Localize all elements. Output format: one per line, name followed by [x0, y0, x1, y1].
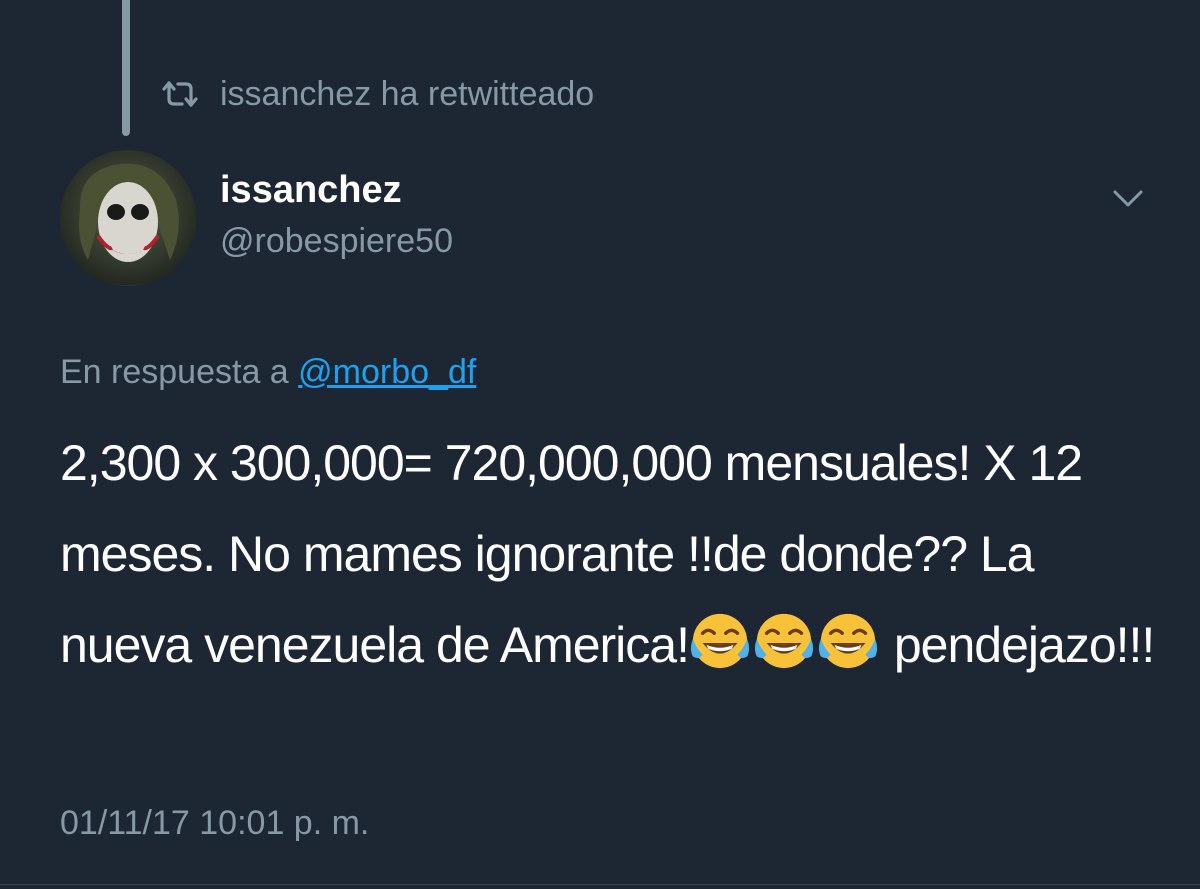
tweet-timestamp[interactable]: 01/11/17 10:01 p. m. — [60, 800, 369, 846]
tweet-text: 2,300 x 300,000= 720,000,000 mensuales! … — [60, 418, 1160, 691]
thread-connector-line — [122, 0, 130, 136]
bottom-divider — [0, 884, 1200, 885]
retweet-icon — [162, 81, 198, 107]
display-name[interactable]: issanchez — [220, 166, 453, 214]
avatar[interactable] — [60, 150, 196, 286]
face-with-tears-of-joy-icon — [690, 613, 750, 669]
face-with-tears-of-joy-icon — [818, 613, 878, 669]
tweet-text-tail: pendejazo!!! — [880, 617, 1155, 673]
avatar-joker-image — [60, 150, 196, 286]
chevron-down-icon[interactable] — [1110, 180, 1146, 216]
reply-prefix: En respuesta a — [60, 353, 299, 391]
tweet-detail-screen: issanchez ha retwitteado issanchez @robe… — [0, 0, 1200, 889]
reply-mention-link[interactable]: @morbo_df — [298, 353, 476, 391]
face-with-tears-of-joy-icon — [754, 613, 814, 669]
reply-context: En respuesta a @morbo_df — [60, 348, 476, 396]
author-block[interactable]: issanchez @robespiere50 — [220, 166, 453, 264]
retweet-context[interactable]: issanchez ha retwitteado — [160, 68, 594, 120]
user-handle[interactable]: @robespiere50 — [220, 218, 453, 264]
retweet-label: issanchez ha retwitteado — [220, 74, 595, 113]
